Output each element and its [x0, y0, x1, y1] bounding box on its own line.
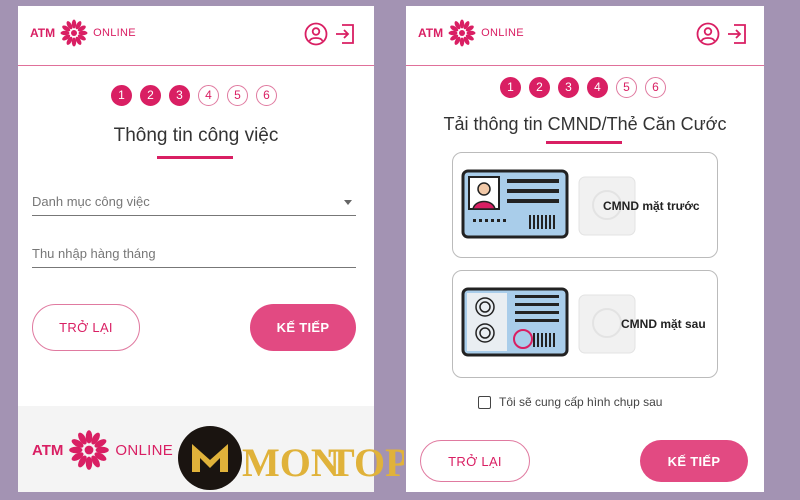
step-5: 5 [227, 85, 248, 106]
app-header: ATM ONLINE [18, 6, 374, 66]
back-button[interactable]: TRỞ LẠI [32, 304, 140, 351]
id-back-upload-card[interactable]: CMND mặt sau [452, 270, 718, 378]
app-header: ATM ONLINE [406, 6, 764, 66]
step-4: 4 [587, 77, 608, 98]
title-underline [157, 156, 233, 159]
job-category-select[interactable]: Danh mục công việc [32, 194, 356, 216]
step-4: 4 [198, 85, 219, 106]
step-1: 1 [500, 77, 521, 98]
step-indicator: 1 2 3 4 5 6 [500, 77, 666, 98]
watermark-top: TOP [328, 440, 404, 485]
step-indicator: 1 2 3 4 5 6 [111, 85, 277, 106]
step-6: 6 [256, 85, 277, 106]
user-icon[interactable] [304, 22, 328, 46]
page-title: Thông tin công việc [113, 125, 279, 146]
logout-icon[interactable] [726, 22, 748, 46]
logo-atm-text: ATM [418, 26, 444, 40]
flower-logo-icon [69, 430, 110, 470]
next-button[interactable]: KẾ TIẾP [250, 304, 356, 351]
page-title: Tải thông tin CMND/Thẻ Căn Cước [443, 114, 727, 134]
monthly-income-field[interactable]: Thu nhập hàng tháng [32, 246, 356, 268]
atm-online-logo[interactable]: ATM ONLINE [418, 18, 524, 48]
step-3: 3 [169, 85, 190, 106]
flower-logo-icon [60, 19, 88, 47]
id-front-upload-card[interactable]: CMND mặt trước [452, 152, 718, 258]
provide-later-checkbox[interactable] [478, 395, 491, 409]
montop-logo: MON TOP [178, 426, 410, 490]
logo-online-text: ONLINE [481, 27, 524, 39]
step-1: 1 [111, 85, 132, 106]
step-5: 5 [616, 77, 637, 98]
footer-logo-atm-text: ATM [32, 441, 64, 459]
next-button[interactable]: KẾ TIẾP [640, 440, 748, 482]
provide-later-label: Tôi sẽ cung cấp hình chụp sau [499, 395, 663, 409]
id-upload-screen: ATM ONLINE 1 2 3 4 5 6 Tải thông tin CMN… [406, 6, 764, 492]
user-icon[interactable] [696, 22, 720, 46]
step-2: 2 [529, 77, 550, 98]
footer-logo: ATM ONLINE [32, 428, 173, 472]
title-underline [546, 141, 622, 144]
logo-atm-text: ATM [30, 26, 56, 40]
step-2: 2 [140, 85, 161, 106]
step-6: 6 [645, 77, 666, 98]
id-front-label: CMND mặt trước [603, 199, 700, 213]
logo-online-text: ONLINE [93, 27, 136, 39]
id-back-label: CMND mặt sau [621, 317, 706, 331]
footer-logo-online-text: ONLINE [115, 441, 174, 459]
atm-online-logo[interactable]: ATM ONLINE [30, 18, 136, 48]
job-info-screen: ATM ONLINE 1 2 3 4 5 6 Thông tin công vi… [18, 6, 374, 492]
flower-logo-icon [448, 19, 476, 47]
montop-watermark: MON TOP [178, 422, 410, 494]
monthly-income-placeholder: Thu nhập hàng tháng [32, 246, 156, 261]
job-category-placeholder: Danh mục công việc [32, 194, 150, 209]
provide-later-option[interactable]: Tôi sẽ cung cấp hình chụp sau [478, 395, 662, 409]
id-card-back-icon [461, 287, 636, 357]
watermark-mon: MON [242, 440, 340, 485]
step-3: 3 [558, 77, 579, 98]
back-button[interactable]: TRỞ LẠI [420, 440, 530, 482]
logout-icon[interactable] [334, 22, 356, 46]
chevron-down-icon [344, 200, 352, 205]
